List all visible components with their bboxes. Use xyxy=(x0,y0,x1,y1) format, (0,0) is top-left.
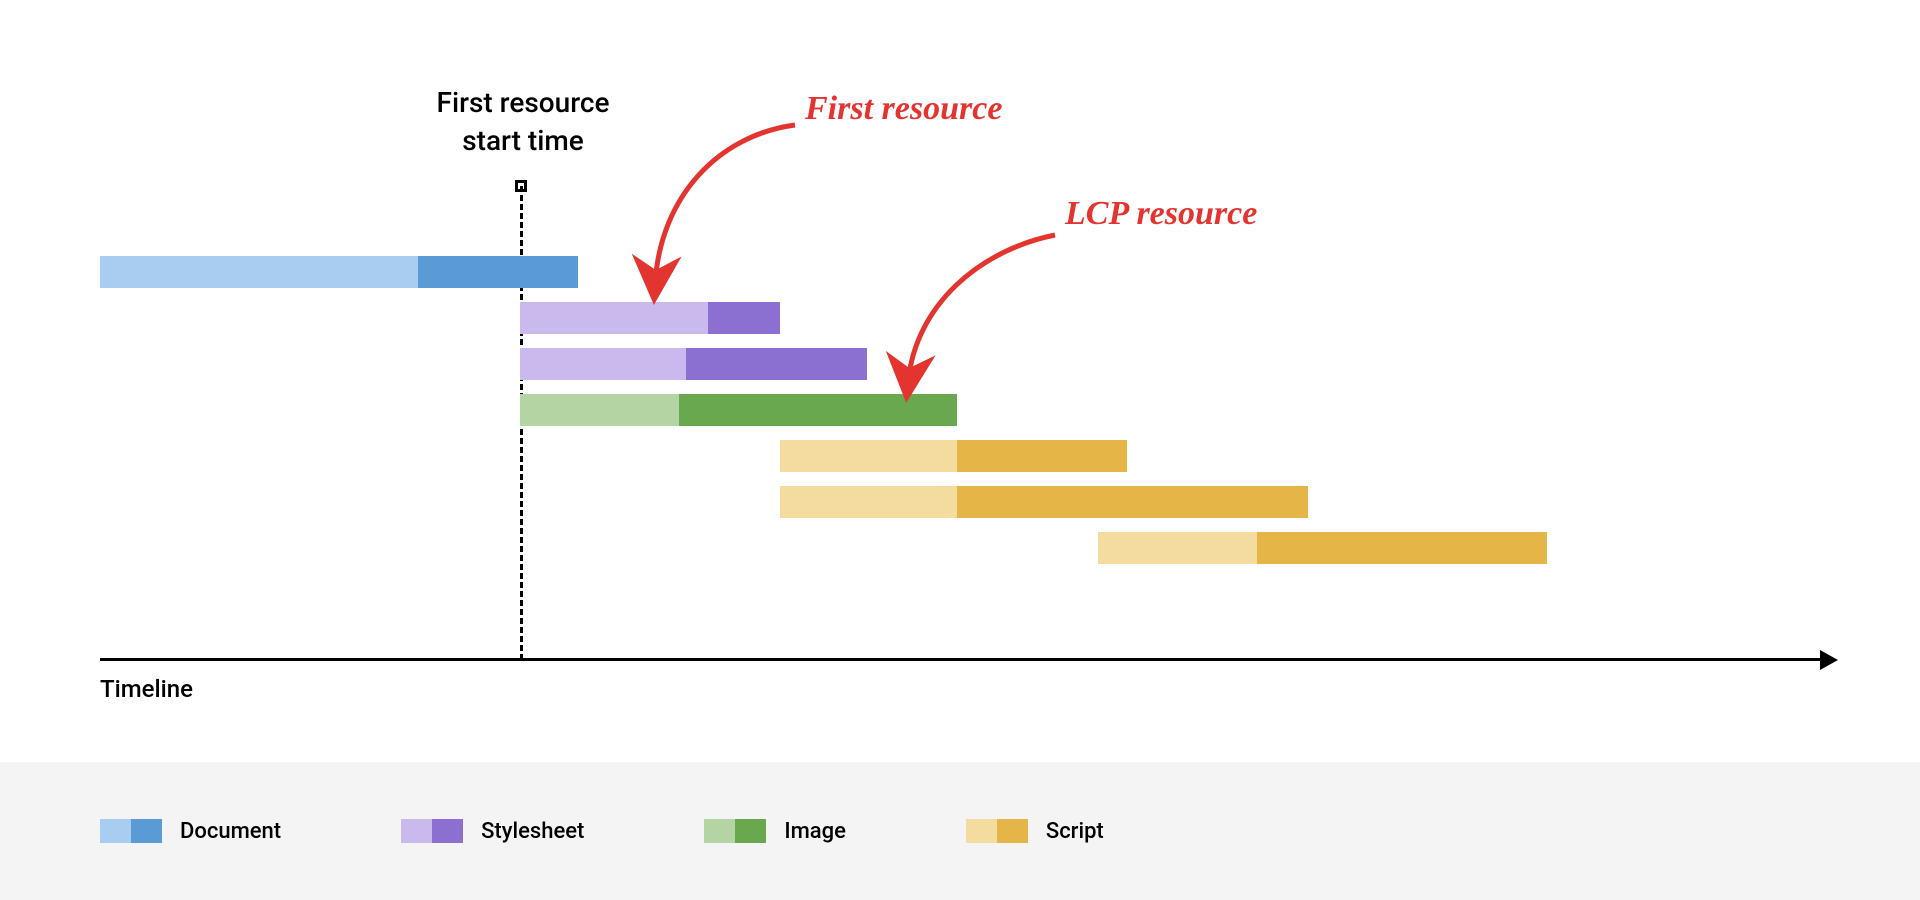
timeline-axis-label: Timeline xyxy=(100,675,193,703)
legend-image: Image xyxy=(704,819,846,844)
waterfall-diagram: First resource start time First resource xyxy=(0,0,1920,762)
bar-script-2 xyxy=(780,486,1308,518)
bar-document xyxy=(100,256,578,288)
bar-script-1 xyxy=(780,440,1127,472)
timeline-arrow-icon xyxy=(1820,650,1838,670)
bar-stylesheet-1 xyxy=(520,302,780,334)
timeline-axis xyxy=(100,658,1825,661)
legend: Document Stylesheet Image Script xyxy=(0,762,1920,900)
legend-label: Image xyxy=(784,819,846,844)
arrow-first-resource-icon xyxy=(640,115,820,305)
legend-script: Script xyxy=(966,819,1104,844)
legend-chip-image-icon xyxy=(704,819,766,843)
arrow-lcp-resource-icon xyxy=(890,225,1080,400)
legend-document: Document xyxy=(100,819,281,844)
legend-label: Document xyxy=(180,819,281,844)
bar-stylesheet-2 xyxy=(520,348,867,380)
bar-script-3 xyxy=(1098,532,1547,564)
legend-chip-script-icon xyxy=(966,819,1028,843)
callout-lcp-resource: LCP resource xyxy=(1065,195,1257,233)
legend-stylesheet: Stylesheet xyxy=(401,819,584,844)
legend-chip-stylesheet-icon xyxy=(401,819,463,843)
callout-first-resource: First resource xyxy=(805,90,1002,128)
legend-label: Script xyxy=(1046,819,1104,844)
legend-chip-document-icon xyxy=(100,819,162,843)
legend-label: Stylesheet xyxy=(481,819,584,844)
